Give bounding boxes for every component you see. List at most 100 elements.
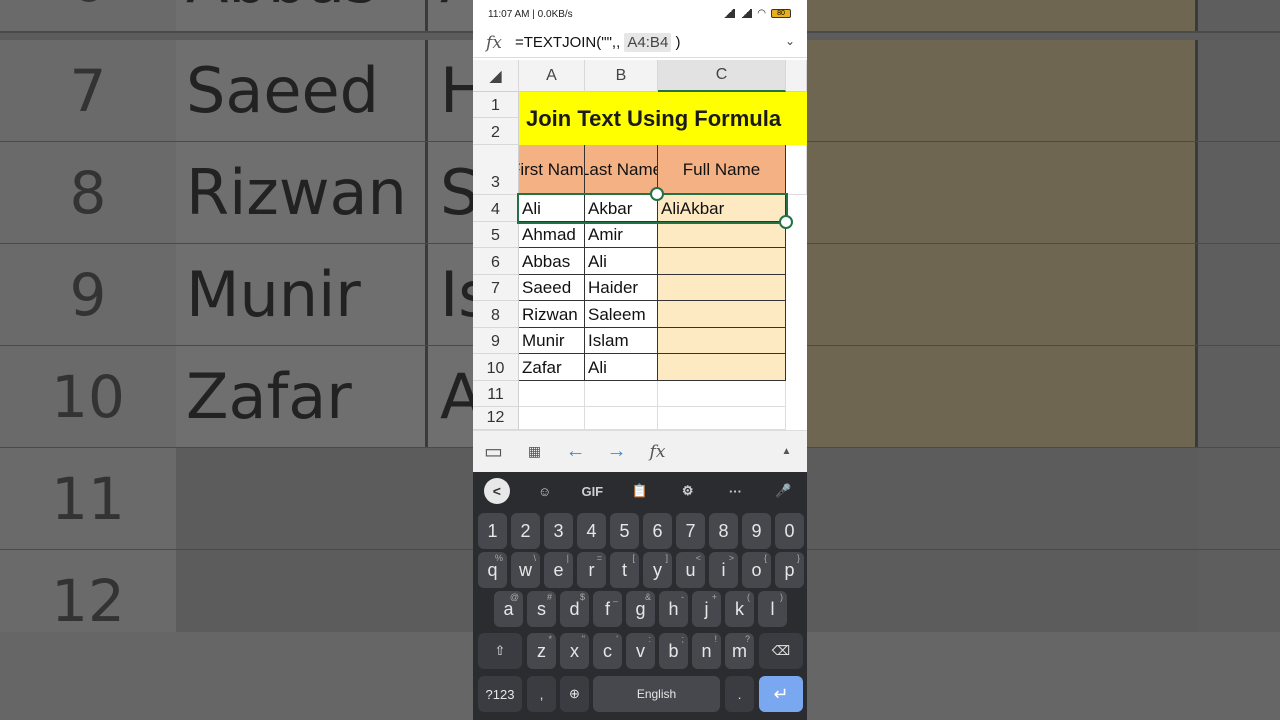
empty-cell[interactable] [585, 381, 658, 407]
cell-first-name[interactable]: Ahmad [519, 222, 585, 248]
arrow-right-icon[interactable]: → [596, 431, 637, 473]
selection-handle-top[interactable] [650, 187, 664, 201]
sticker-icon[interactable]: ☺ [521, 472, 569, 510]
empty-cell[interactable] [658, 407, 786, 430]
cell-full-name[interactable] [658, 354, 786, 381]
row-header-11[interactable]: 11 [473, 381, 519, 407]
row-header-3[interactable]: 3 [473, 145, 519, 195]
key-1[interactable]: 1 [478, 513, 507, 549]
cell-d3[interactable] [786, 145, 807, 195]
gif-button[interactable]: GIF [568, 472, 616, 510]
header-last-name[interactable]: Last Name [585, 145, 658, 195]
keyboard-toggle-icon[interactable]: ▭ [473, 431, 514, 473]
empty-cell[interactable] [585, 407, 658, 430]
key-k[interactable]: k( [725, 591, 754, 627]
column-header-d[interactable] [786, 60, 807, 92]
cell-first-name[interactable]: Zafar [519, 354, 585, 381]
symbols-key[interactable]: ?123 [478, 676, 522, 712]
cell-last-name[interactable]: Amir [585, 222, 658, 248]
column-header-c[interactable]: C [658, 60, 786, 92]
key-n[interactable]: n! [692, 633, 721, 669]
space-key[interactable]: English [593, 676, 720, 712]
row-header-7[interactable]: 7 [473, 275, 519, 301]
row-header-10[interactable]: 10 [473, 354, 519, 381]
row-header-6[interactable]: 6 [473, 248, 519, 275]
empty-cell[interactable] [519, 381, 585, 407]
row-header-4[interactable]: 4 [473, 195, 519, 222]
emoji-comma-key[interactable]: , [527, 676, 556, 712]
cell-full-name[interactable] [658, 328, 786, 354]
select-all-corner[interactable]: ◢ [473, 60, 519, 92]
key-5[interactable]: 5 [610, 513, 639, 549]
chevron-down-icon[interactable]: ⌄ [785, 34, 795, 48]
key-o[interactable]: o{ [742, 552, 771, 588]
cell-full-name[interactable] [658, 222, 786, 248]
empty-cell[interactable] [519, 407, 585, 430]
cell-full-name[interactable] [658, 301, 786, 328]
cell-last-name[interactable]: Haider [585, 275, 658, 301]
key-i[interactable]: i > [709, 552, 738, 588]
key-e[interactable]: e | [544, 552, 573, 588]
key-p[interactable]: p} [775, 552, 804, 588]
fx-icon[interactable]: fx [473, 33, 515, 53]
formula-bar[interactable]: fx =TEXTJOIN("",, A4:B4 ) ⌄ [473, 28, 807, 58]
clipboard-icon[interactable]: 📋 [616, 472, 664, 510]
key-m[interactable]: m? [725, 633, 754, 669]
microphone-icon[interactable]: 🎤 [759, 472, 807, 510]
key-l[interactable]: l) [758, 591, 787, 627]
cell-first-name[interactable]: Rizwan [519, 301, 585, 328]
language-globe-icon[interactable]: ⊕ [560, 676, 589, 712]
key-7[interactable]: 7 [676, 513, 705, 549]
header-first-name[interactable]: First Name [519, 145, 585, 195]
key-t[interactable]: t[ [610, 552, 639, 588]
key-0[interactable]: 0 [775, 513, 804, 549]
row-header-2[interactable]: 2 [473, 118, 519, 145]
key-g[interactable]: g & [626, 591, 655, 627]
key-9[interactable]: 9 [742, 513, 771, 549]
cell-last-name[interactable]: Saleem [585, 301, 658, 328]
enter-key[interactable]: ↵ [759, 676, 803, 712]
more-icon[interactable]: ··· [712, 472, 760, 510]
cell-full-name[interactable] [658, 275, 786, 301]
backspace-key[interactable]: ⌫ [759, 633, 803, 669]
formula-input[interactable]: =TEXTJOIN("",, A4:B4 ) [515, 33, 680, 52]
key-h[interactable]: h- [659, 591, 688, 627]
key-8[interactable]: 8 [709, 513, 738, 549]
row-header-9[interactable]: 9 [473, 328, 519, 354]
key-v[interactable]: v: [626, 633, 655, 669]
key-z[interactable]: z * [527, 633, 556, 669]
key-a[interactable]: a @ [494, 591, 523, 627]
key-3[interactable]: 3 [544, 513, 573, 549]
numeric-keyboard-icon[interactable]: ▦ [514, 431, 555, 473]
row-header-12[interactable]: 12 [473, 407, 519, 430]
cell-first-name[interactable]: Munir [519, 328, 585, 354]
cell-first-name[interactable]: Saeed [519, 275, 585, 301]
key-b[interactable]: b; [659, 633, 688, 669]
back-chevron-icon[interactable]: < [483, 478, 510, 504]
insert-function-icon[interactable]: fx [637, 431, 678, 473]
period-key[interactable]: . [725, 676, 754, 712]
selection-handle-bottom[interactable] [779, 215, 793, 229]
key-u[interactable]: u < [676, 552, 705, 588]
title-cell[interactable]: Join Text Using Formula [519, 92, 807, 145]
spreadsheet-grid[interactable]: ◢ A B C 1 2 3 4 5 6 7 8 9 10 11 12 Join Text Using Formu… [473, 60, 807, 430]
cell-full-name[interactable] [658, 248, 786, 275]
key-c[interactable]: c ' [593, 633, 622, 669]
key-d[interactable]: d $ [560, 591, 589, 627]
key-r[interactable]: r = [577, 552, 606, 588]
cell-last-name[interactable]: Ali [585, 354, 658, 381]
row-header-1[interactable]: 1 [473, 92, 519, 118]
key-2[interactable]: 2 [511, 513, 540, 549]
key-q[interactable]: q% [478, 552, 507, 588]
column-header-a[interactable]: A [519, 60, 585, 92]
key-6[interactable]: 6 [643, 513, 672, 549]
key-y[interactable]: y] [643, 552, 672, 588]
collapse-icon[interactable]: ▲ [766, 431, 807, 473]
key-x[interactable]: x " [560, 633, 589, 669]
row-header-8[interactable]: 8 [473, 301, 519, 328]
cell-last-name[interactable]: Islam [585, 328, 658, 354]
key-j[interactable]: j + [692, 591, 721, 627]
shift-key[interactable]: ⇧ [478, 633, 522, 669]
key-s[interactable]: s # [527, 591, 556, 627]
key-f[interactable]: f _ [593, 591, 622, 627]
